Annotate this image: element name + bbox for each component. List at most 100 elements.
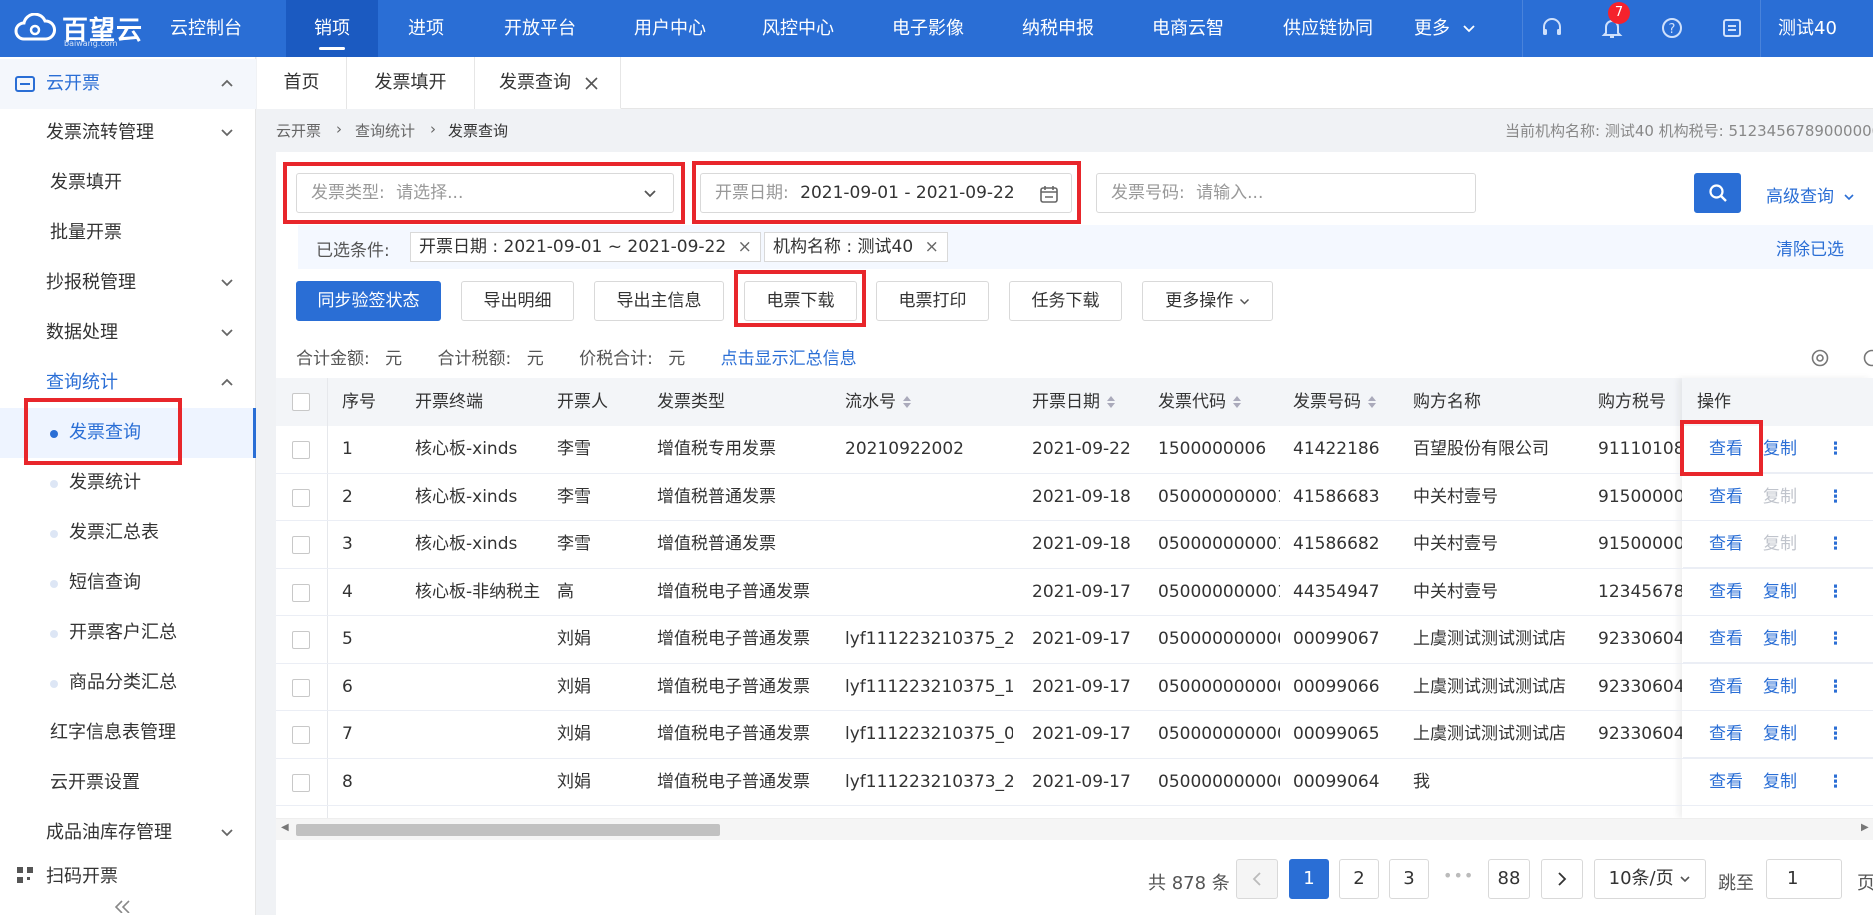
sort-icon[interactable]: [902, 395, 912, 409]
settings-panel-icon[interactable]: [1718, 14, 1746, 42]
export-detail-button[interactable]: 导出明细: [461, 281, 574, 321]
copy-link[interactable]: 复制: [1763, 521, 1797, 568]
view-link[interactable]: 查看: [1709, 474, 1743, 521]
close-icon[interactable]: ×: [738, 237, 752, 257]
sidebar-item-batch-invoice[interactable]: 批量开票: [0, 208, 256, 258]
more-options-icon[interactable]: ⋮: [1827, 664, 1844, 711]
nav-item-ecommerce[interactable]: 电商云智: [1130, 0, 1246, 57]
page-button[interactable]: 3: [1389, 859, 1429, 899]
copy-link[interactable]: 复制: [1763, 711, 1797, 758]
nav-item-open-platform[interactable]: 开放平台: [482, 0, 598, 57]
nav-item-risk-center[interactable]: 风控中心: [740, 0, 856, 57]
column-header-serial[interactable]: 流水号: [845, 378, 912, 426]
condition-chip-org[interactable]: 机构名称 : 测试40 ×: [764, 232, 948, 262]
sidebar-item-red-letter[interactable]: 红字信息表管理: [0, 708, 256, 758]
more-options-icon[interactable]: ⋮: [1827, 616, 1844, 663]
sidebar-item-invoice-flow[interactable]: 发票流转管理: [0, 108, 256, 158]
more-options-icon[interactable]: ⋮: [1827, 711, 1844, 758]
row-checkbox[interactable]: [292, 583, 310, 602]
sync-verify-button[interactable]: 同步验签状态: [296, 281, 441, 321]
sidebar-item-sms-query[interactable]: 短信查询: [0, 558, 256, 608]
more-options-icon[interactable]: ⋮: [1827, 521, 1844, 568]
view-link[interactable]: 查看: [1709, 521, 1743, 568]
view-link[interactable]: 查看: [1709, 664, 1743, 711]
sort-icon[interactable]: [1367, 395, 1377, 409]
page-button-current[interactable]: 1: [1289, 859, 1329, 899]
more-options-icon[interactable]: ⋮: [1827, 426, 1844, 473]
row-checkbox[interactable]: [292, 631, 310, 649]
prev-page-button[interactable]: [1236, 859, 1278, 899]
breadcrumb-item[interactable]: 云开票: [276, 120, 321, 141]
sidebar-item-tax-report[interactable]: 抄报税管理: [0, 258, 256, 308]
row-checkbox[interactable]: [292, 536, 310, 554]
nav-item-console[interactable]: 云控制台: [146, 0, 266, 57]
more-options-icon[interactable]: ⋮: [1827, 759, 1844, 806]
nav-item-tax-filing[interactable]: 纳税申报: [1000, 0, 1116, 57]
horizontal-scrollbar[interactable]: ◀ ▶: [276, 818, 1873, 840]
tab-home[interactable]: 首页: [257, 57, 347, 109]
invoice-number-input[interactable]: 发票号码: 请输入...: [1096, 173, 1476, 213]
sort-icon[interactable]: [1106, 395, 1116, 409]
more-options-icon[interactable]: ⋮: [1827, 474, 1844, 521]
close-icon[interactable]: ×: [925, 237, 939, 257]
more-options-icon[interactable]: ⋮: [1827, 569, 1844, 616]
scroll-right-icon[interactable]: ▶: [1861, 822, 1869, 833]
nav-item-e-image[interactable]: 电子影像: [870, 0, 986, 57]
logo[interactable]: 百望云 baiwang.com: [14, 8, 143, 48]
clear-selected-link[interactable]: 清除已选: [1776, 235, 1844, 260]
select-all-checkbox[interactable]: [292, 393, 310, 411]
row-checkbox[interactable]: [292, 773, 310, 792]
nav-item-purchase[interactable]: 进项: [388, 0, 464, 57]
sidebar-section-cloud-invoice[interactable]: 云开票: [0, 59, 256, 109]
breadcrumb-item[interactable]: 查询统计: [355, 120, 415, 141]
nav-item-user-center[interactable]: 用户中心: [612, 0, 728, 57]
column-header-code[interactable]: 发票代码: [1158, 378, 1242, 426]
view-link[interactable]: 查看: [1709, 759, 1743, 806]
tab-invoice-query[interactable]: 发票查询: [475, 57, 621, 109]
refresh-icon[interactable]: [1862, 348, 1873, 373]
help-icon[interactable]: ?: [1658, 14, 1686, 42]
sidebar-item-customer-summary[interactable]: 开票客户汇总: [0, 608, 256, 658]
advanced-search-toggle[interactable]: 高级查询: [1766, 182, 1855, 207]
sidebar-item-invoice-summary[interactable]: 发票汇总表: [0, 508, 256, 558]
sidebar-item-invoice-fill[interactable]: 发票填开: [0, 158, 256, 208]
show-summary-link[interactable]: 点击显示汇总信息: [721, 349, 857, 369]
row-checkbox[interactable]: [292, 441, 310, 459]
e-invoice-print-button[interactable]: 电票打印: [876, 281, 989, 321]
task-download-button[interactable]: 任务下载: [1009, 281, 1122, 321]
page-button[interactable]: 2: [1339, 859, 1379, 899]
export-main-button[interactable]: 导出主信息: [594, 281, 724, 321]
scrollbar-thumb[interactable]: [296, 824, 720, 836]
copy-link[interactable]: 复制: [1763, 569, 1797, 616]
column-header-number[interactable]: 发票号码: [1293, 378, 1377, 426]
headset-icon[interactable]: [1538, 14, 1566, 42]
column-settings-icon[interactable]: [1810, 348, 1830, 373]
nav-item-sales[interactable]: 销项: [286, 0, 378, 57]
view-link[interactable]: 查看: [1709, 569, 1743, 616]
sidebar-item-oil-inventory[interactable]: 成品油库存管理: [0, 808, 256, 858]
page-button[interactable]: 88: [1488, 859, 1530, 899]
jump-page-input[interactable]: 1: [1766, 859, 1842, 899]
copy-link[interactable]: 复制: [1763, 664, 1797, 711]
sort-icon[interactable]: [1232, 395, 1242, 409]
search-button[interactable]: [1694, 173, 1741, 213]
nav-item-supply-chain[interactable]: 供应链协同: [1258, 0, 1398, 57]
pagination-ellipsis[interactable]: •••: [1443, 866, 1474, 885]
sidebar-item-data-processing[interactable]: 数据处理: [0, 308, 256, 358]
next-page-button[interactable]: [1541, 859, 1583, 899]
copy-link[interactable]: 复制: [1763, 759, 1797, 806]
tab-invoice-fill[interactable]: 发票填开: [347, 57, 475, 109]
sidebar-item-settings[interactable]: 云开票设置: [0, 758, 256, 808]
row-checkbox[interactable]: [292, 726, 310, 744]
more-actions-button[interactable]: 更多操作: [1142, 281, 1273, 321]
copy-link[interactable]: 复制: [1763, 474, 1797, 521]
user-menu[interactable]: 测试40: [1778, 0, 1873, 57]
page-size-select[interactable]: 10条/页: [1594, 859, 1706, 899]
condition-chip-date[interactable]: 开票日期 : 2021-09-01 ~ 2021-09-22 ×: [410, 232, 761, 262]
view-link[interactable]: 查看: [1709, 616, 1743, 663]
scroll-left-icon[interactable]: ◀: [281, 822, 289, 833]
column-header-date[interactable]: 开票日期: [1032, 378, 1116, 426]
row-checkbox[interactable]: [292, 678, 310, 697]
sidebar-item-invoice-stats[interactable]: 发票统计: [0, 458, 256, 508]
sidebar-item-scan-invoice[interactable]: 扫码开票: [0, 858, 256, 888]
